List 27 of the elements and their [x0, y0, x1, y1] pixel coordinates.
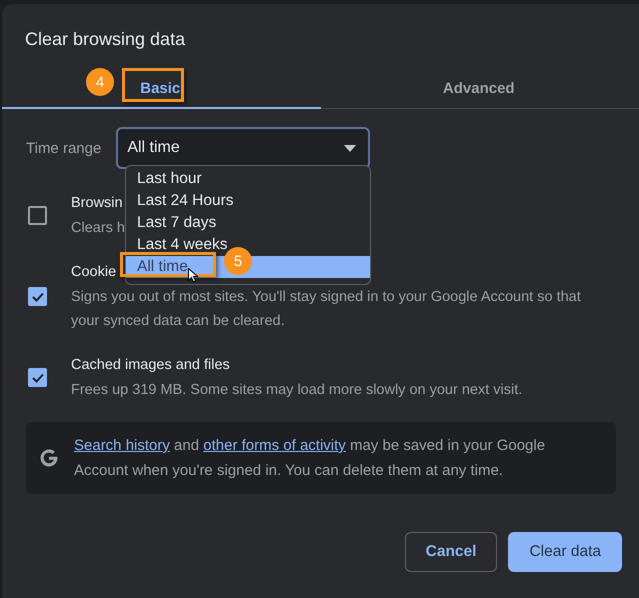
- clear-data-button[interactable]: Clear data: [508, 532, 622, 572]
- dropdown-option[interactable]: Last hour: [126, 168, 370, 190]
- time-range-label: Time range: [26, 140, 102, 156]
- checkbox[interactable]: [28, 206, 47, 225]
- step-badge: 4: [86, 68, 114, 96]
- option-description: Clears h: [71, 219, 125, 238]
- check-icon: [32, 292, 44, 302]
- checkbox[interactable]: [28, 287, 47, 306]
- time-range-select[interactable]: All time: [116, 127, 370, 169]
- tab[interactable]: Advanced: [320, 70, 639, 109]
- activity-link[interactable]: other forms of activity: [203, 437, 346, 454]
- option-title: Cached images and files: [71, 356, 230, 375]
- dropdown-option[interactable]: Last 24 Hours: [126, 190, 370, 212]
- highlight-frame: [122, 68, 184, 102]
- option-title: Browsin: [71, 194, 123, 213]
- info-text: Search history and other forms of activity may be saved in your Google Account when you're signed in. You can delete them at any time.: [74, 436, 546, 481]
- caret-icon: [344, 144, 356, 152]
- dialog-title: Clear browsing data: [24, 28, 186, 50]
- search-history-link[interactable]: Search history: [74, 437, 170, 454]
- check-icon: [32, 372, 44, 382]
- dropdown-option[interactable]: Last 7 days: [126, 212, 370, 234]
- google-g-icon: [39, 448, 59, 468]
- option-description: Frees up 319 MB. Some sites may load more slowly on your next visit.: [71, 381, 522, 400]
- option-title: Cookie: [71, 263, 116, 282]
- option-description: Signs you out of most sites. You'll stay signed in to your Google Account so that your synced data can be cleared.: [71, 288, 582, 331]
- cancel-button[interactable]: Cancel: [404, 532, 498, 572]
- checkbox[interactable]: [28, 368, 47, 387]
